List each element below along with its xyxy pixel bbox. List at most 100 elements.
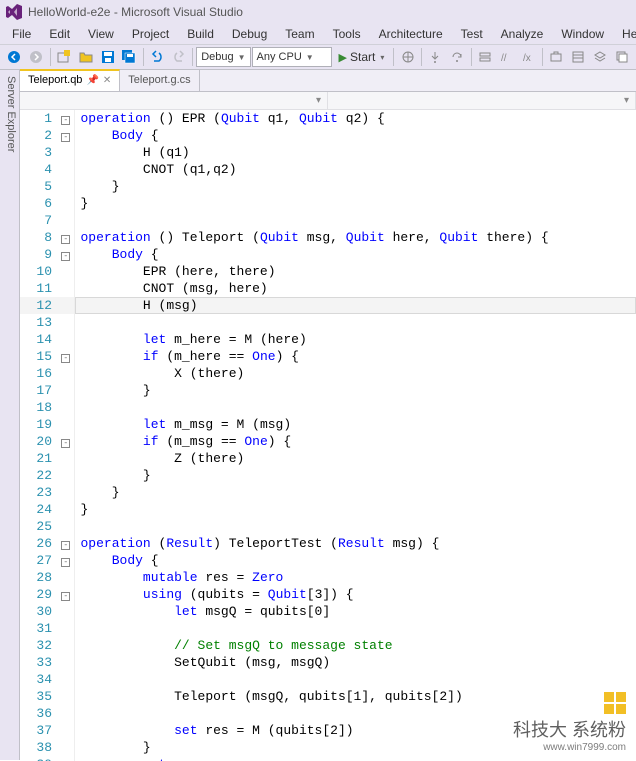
code-editor[interactable]: 1-operation () EPR (Qubit q1, Qubit q2) …	[20, 110, 636, 761]
code-text[interactable]	[74, 620, 636, 637]
code-line[interactable]: 17 }	[20, 382, 636, 399]
code-text[interactable]: Body {	[74, 127, 636, 144]
code-text[interactable]: using (qubits = Qubit[3]) {	[74, 586, 636, 603]
code-line[interactable]: 12 H (msg)	[20, 297, 636, 314]
code-text[interactable]: H (msg)	[74, 297, 636, 314]
code-line[interactable]: 19 let m_msg = M (msg)	[20, 416, 636, 433]
code-line[interactable]: 16 X (there)	[20, 365, 636, 382]
solution-config-combo[interactable]: Debug▼	[196, 47, 250, 67]
menu-test[interactable]: Test	[453, 25, 491, 43]
code-text[interactable]: let m_msg = M (msg)	[74, 416, 636, 433]
comment-button[interactable]: //	[496, 46, 517, 68]
nav-fwd-button[interactable]	[26, 46, 47, 68]
menu-project[interactable]: Project	[124, 25, 177, 43]
code-line[interactable]: 24}	[20, 501, 636, 518]
menu-help[interactable]: Help	[614, 25, 636, 43]
save-button[interactable]	[97, 46, 118, 68]
code-text[interactable]: return res	[74, 756, 636, 761]
code-line[interactable]: 15- if (m_here == One) {	[20, 348, 636, 365]
code-text[interactable]	[74, 518, 636, 535]
fold-toggle-icon[interactable]: -	[61, 592, 70, 601]
code-text[interactable]	[74, 212, 636, 229]
code-line[interactable]: 27- Body {	[20, 552, 636, 569]
new-window-button[interactable]	[611, 46, 632, 68]
code-line[interactable]: 22 }	[20, 467, 636, 484]
fold-toggle-icon[interactable]: -	[61, 252, 70, 261]
menu-team[interactable]: Team	[277, 25, 322, 43]
nav-scope-combo[interactable]: ▾	[20, 92, 328, 109]
code-text[interactable]: mutable res = Zero	[74, 569, 636, 586]
fold-toggle-icon[interactable]: -	[61, 235, 70, 244]
code-line[interactable]: 21 Z (there)	[20, 450, 636, 467]
code-text[interactable]: operation () Teleport (Qubit msg, Qubit …	[74, 229, 636, 246]
save-all-button[interactable]	[119, 46, 140, 68]
code-text[interactable]: SetQubit (msg, msgQ)	[74, 654, 636, 671]
fold-toggle-icon[interactable]: -	[61, 116, 70, 125]
code-text[interactable]: EPR (here, there)	[74, 263, 636, 280]
code-text[interactable]	[74, 399, 636, 416]
code-line[interactable]: 28 mutable res = Zero	[20, 569, 636, 586]
code-line[interactable]: 11 CNOT (msg, here)	[20, 280, 636, 297]
code-text[interactable]	[74, 705, 636, 722]
code-line[interactable]: 30 let msgQ = qubits[0]	[20, 603, 636, 620]
code-line[interactable]: 39 return res	[20, 756, 636, 761]
code-text[interactable]: if (m_here == One) {	[74, 348, 636, 365]
code-line[interactable]: 8-operation () Teleport (Qubit msg, Qubi…	[20, 229, 636, 246]
code-line[interactable]: 34	[20, 671, 636, 688]
code-line[interactable]: 2- Body {	[20, 127, 636, 144]
solution-platform-combo[interactable]: Any CPU▼	[252, 47, 332, 67]
menu-view[interactable]: View	[80, 25, 122, 43]
fold-toggle-icon[interactable]: -	[61, 439, 70, 448]
code-text[interactable]: }	[74, 739, 636, 756]
code-text[interactable]: if (m_msg == One) {	[74, 433, 636, 450]
menu-window[interactable]: Window	[553, 25, 612, 43]
code-text[interactable]: // Set msgQ to message state	[74, 637, 636, 654]
code-line[interactable]: 7	[20, 212, 636, 229]
pin-icon[interactable]: 📌	[86, 75, 98, 86]
menu-build[interactable]: Build	[179, 25, 222, 43]
code-text[interactable]: CNOT (msg, here)	[74, 280, 636, 297]
menu-edit[interactable]: Edit	[41, 25, 78, 43]
undo-button[interactable]	[147, 46, 168, 68]
code-line[interactable]: 9- Body {	[20, 246, 636, 263]
properties-button[interactable]	[568, 46, 589, 68]
code-line[interactable]: 32 // Set msgQ to message state	[20, 637, 636, 654]
code-text[interactable]: }	[74, 178, 636, 195]
new-project-button[interactable]	[54, 46, 75, 68]
fold-toggle-icon[interactable]: -	[61, 354, 70, 363]
layers-button[interactable]	[589, 46, 610, 68]
find-button[interactable]	[475, 46, 496, 68]
code-text[interactable]: Body {	[74, 552, 636, 569]
code-line[interactable]: 10 EPR (here, there)	[20, 263, 636, 280]
menu-architecture[interactable]: Architecture	[371, 25, 451, 43]
code-text[interactable]	[74, 314, 636, 331]
step-into-button[interactable]	[425, 46, 446, 68]
code-text[interactable]: H (q1)	[74, 144, 636, 161]
code-line[interactable]: 37 set res = M (qubits[2])	[20, 722, 636, 739]
code-line[interactable]: 6}	[20, 195, 636, 212]
code-text[interactable]: CNOT (q1,q2)	[74, 161, 636, 178]
code-line[interactable]: 18	[20, 399, 636, 416]
browser-link-button[interactable]	[397, 46, 418, 68]
side-tab-server-explorer[interactable]: Server Explorer	[5, 76, 17, 754]
code-line[interactable]: 23 }	[20, 484, 636, 501]
code-line[interactable]: 26-operation (Result) TeleportTest (Resu…	[20, 535, 636, 552]
code-text[interactable]: }	[74, 484, 636, 501]
code-line[interactable]: 25	[20, 518, 636, 535]
code-line[interactable]: 31	[20, 620, 636, 637]
code-line[interactable]: 33 SetQubit (msg, msgQ)	[20, 654, 636, 671]
tab-teleport-qb[interactable]: Teleport.qb📌✕	[20, 69, 120, 91]
code-text[interactable]: let m_here = M (here)	[74, 331, 636, 348]
menu-tools[interactable]: Tools	[325, 25, 369, 43]
step-over-button[interactable]	[447, 46, 468, 68]
code-line[interactable]: 5 }	[20, 178, 636, 195]
code-text[interactable]: }	[74, 195, 636, 212]
menu-debug[interactable]: Debug	[224, 25, 275, 43]
nav-member-combo[interactable]: ▾	[328, 92, 636, 109]
menu-file[interactable]: File	[4, 25, 39, 43]
tab-teleport-g-cs[interactable]: Teleport.g.cs	[120, 69, 199, 91]
code-text[interactable]: set res = M (qubits[2])	[74, 722, 636, 739]
code-line[interactable]: 35 Teleport (msgQ, qubits[1], qubits[2])	[20, 688, 636, 705]
code-text[interactable]: Z (there)	[74, 450, 636, 467]
code-line[interactable]: 20- if (m_msg == One) {	[20, 433, 636, 450]
